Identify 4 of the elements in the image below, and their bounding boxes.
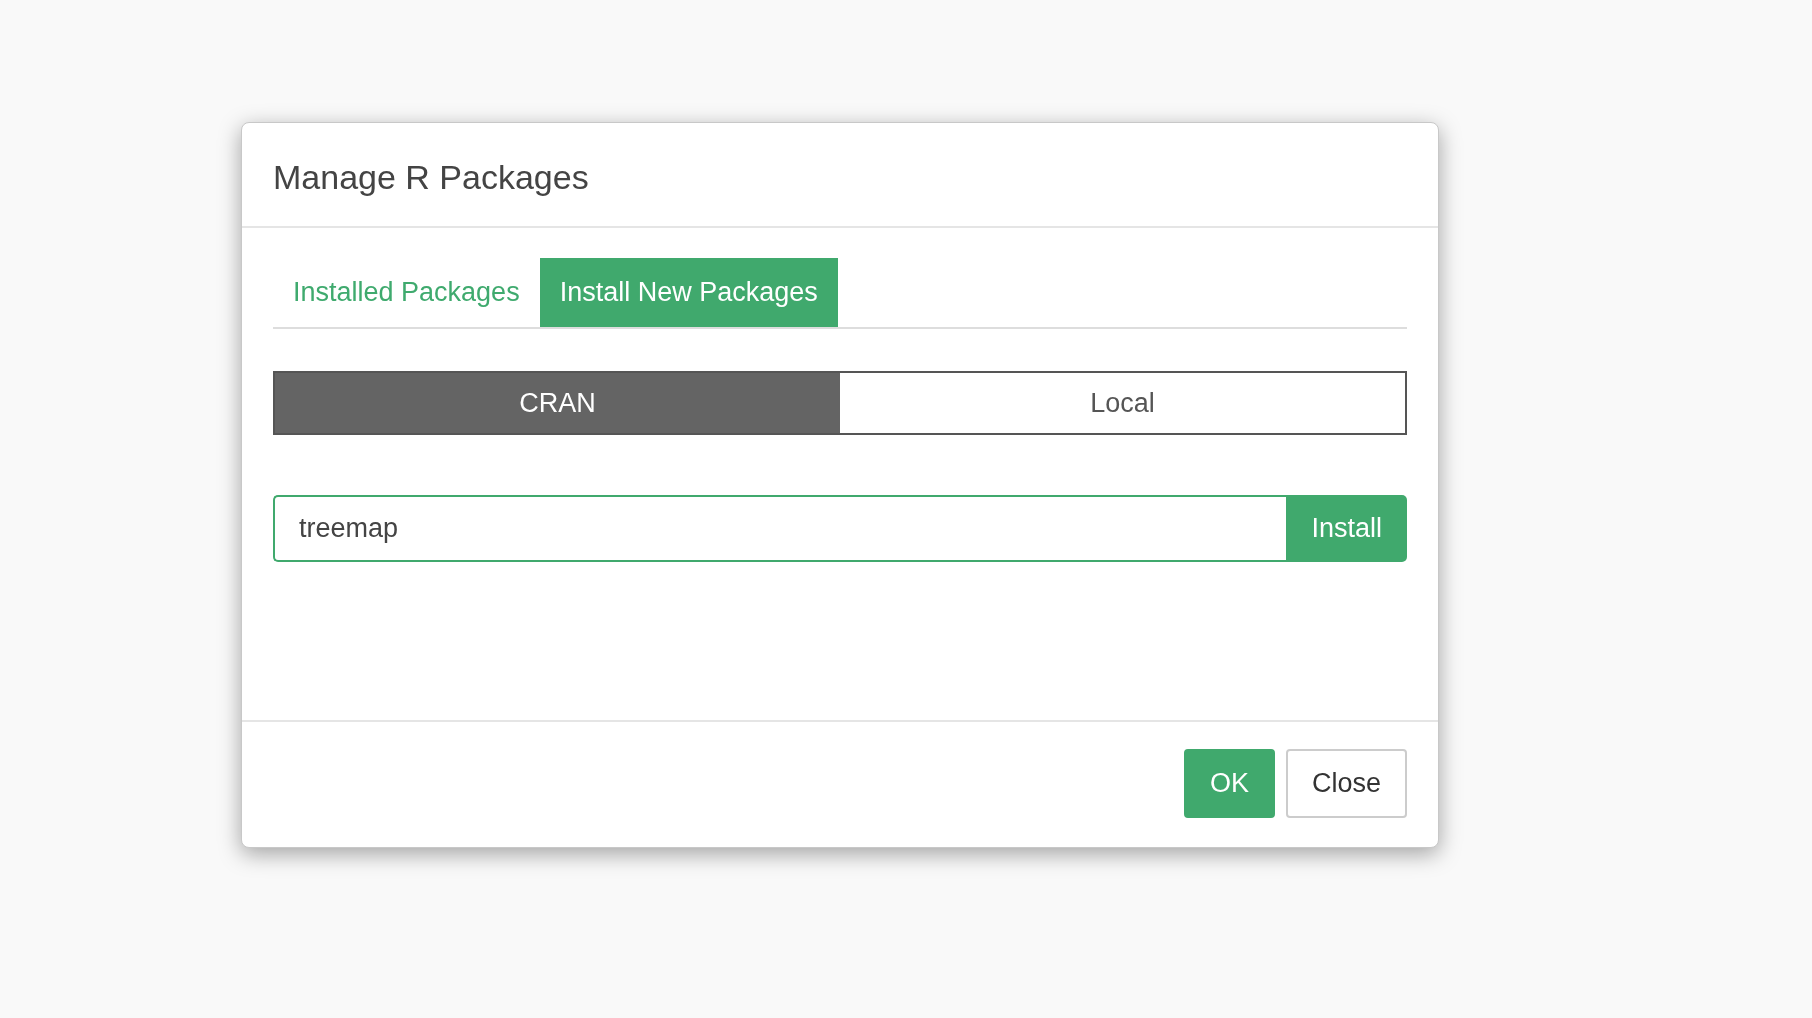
package-name-field[interactable]: treemap bbox=[273, 495, 1287, 562]
dialog-title: Manage R Packages bbox=[273, 159, 590, 197]
close-button[interactable]: Close bbox=[1285, 749, 1407, 818]
source-toggle-option[interactable]: CRAN bbox=[275, 372, 840, 434]
